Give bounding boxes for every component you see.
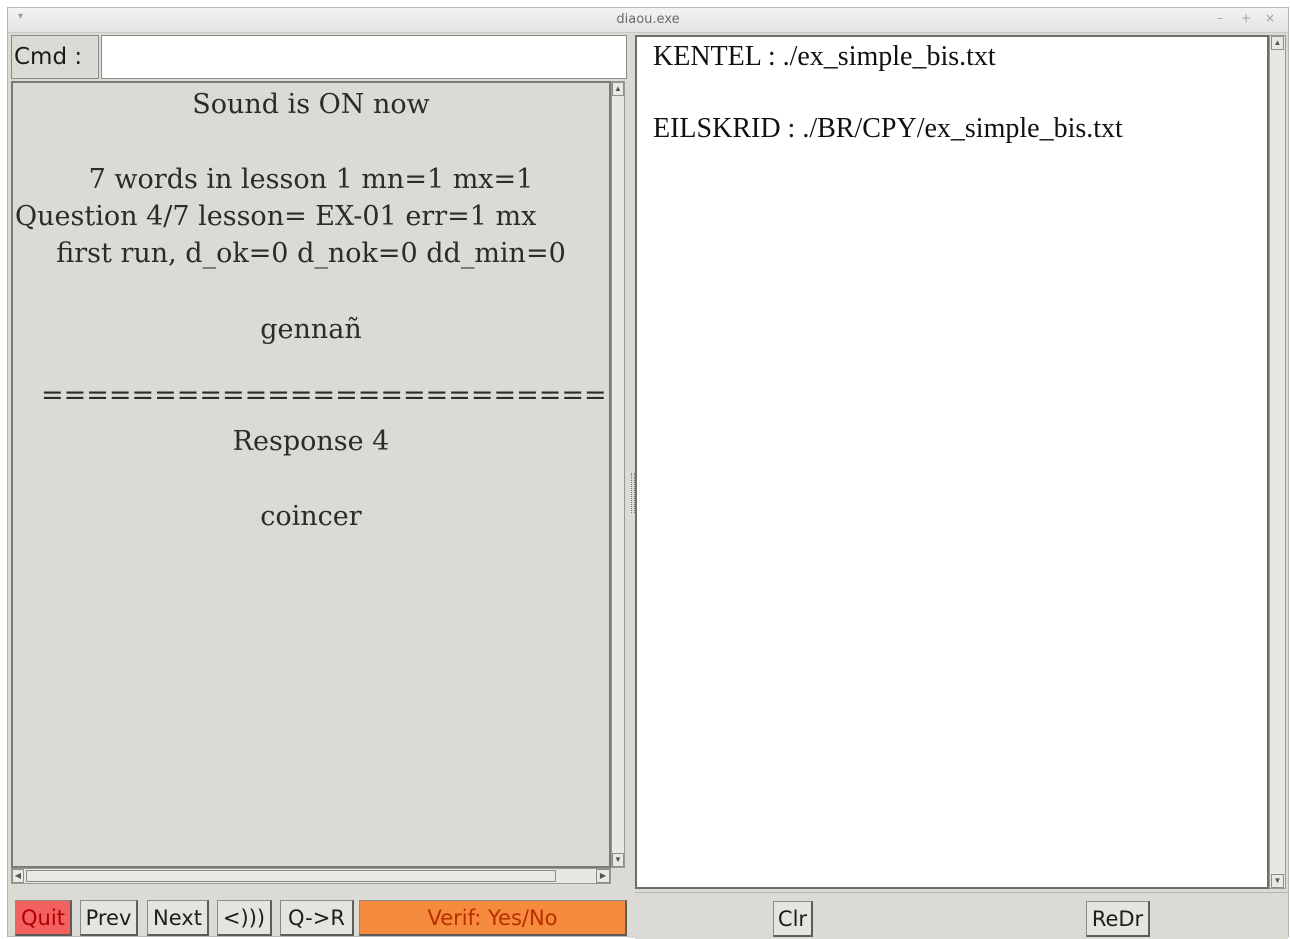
response-word: coincer — [260, 501, 362, 532]
cmd-input[interactable] — [101, 35, 627, 79]
minimize-icon[interactable]: – — [1217, 11, 1223, 25]
copy-path-line: EILSKRID : ./BR/CPY/ex_simple_bis.txt — [653, 113, 1123, 144]
lesson-path-line: KENTEL : ./ex_simple_bis.txt — [653, 41, 996, 72]
log-scroll-up-icon[interactable]: ▲ — [1271, 36, 1284, 50]
redraw-button[interactable]: ReDr — [1086, 901, 1150, 937]
command-row: Cmd : — [11, 35, 627, 79]
log-scroll-down-icon[interactable]: ▼ — [1271, 874, 1284, 888]
log-vertical-scrollbar[interactable]: ▲ ▼ — [1269, 35, 1286, 889]
close-icon[interactable]: × — [1265, 11, 1275, 25]
next-button[interactable]: Next — [147, 900, 209, 936]
horizontal-scroll-thumb[interactable] — [26, 870, 556, 882]
log-text-area[interactable]: KENTEL : ./ex_simple_bis.txt EILSKRID : … — [635, 35, 1269, 889]
separator-line: ===================================== — [41, 380, 609, 411]
scroll-up-icon[interactable]: ▲ — [612, 82, 624, 96]
app-window: ▾ diaou.exe – + × Cmd : Sound is ON now … — [7, 7, 1289, 939]
verif-button[interactable]: Verif: Yes/No — [359, 900, 627, 936]
question-info-line: Question 4/7 lesson= EX-01 err=1 mx — [15, 201, 537, 232]
clear-button[interactable]: Clr — [773, 901, 813, 937]
question-horizontal-scrollbar[interactable]: ◀ ▶ — [11, 868, 611, 884]
sound-button[interactable]: <))) — [217, 900, 272, 936]
scroll-right-icon[interactable]: ▶ — [596, 869, 610, 883]
sound-status-line: Sound is ON now — [192, 89, 430, 120]
scroll-down-icon[interactable]: ▼ — [612, 853, 624, 867]
title-bar: ▾ diaou.exe – + × — [8, 8, 1288, 33]
cmd-label: Cmd : — [11, 35, 99, 79]
response-heading: Response 4 — [232, 426, 390, 457]
run-stats-line: first run, d_ok=0 d_nok=0 dd_min=0 — [56, 238, 566, 269]
quit-button[interactable]: Quit — [15, 900, 72, 936]
question-vertical-scrollbar[interactable]: ▲ ▼ — [611, 81, 625, 868]
window-title: diaou.exe — [616, 12, 680, 27]
right-button-bar — [635, 892, 1288, 939]
scroll-left-icon[interactable]: ◀ — [12, 869, 24, 883]
q-to-r-button[interactable]: Q->R — [280, 900, 354, 936]
lesson-summary-line: 7 words in lesson 1 mn=1 mx=1 — [88, 164, 534, 195]
prev-button[interactable]: Prev — [80, 900, 138, 936]
maximize-icon[interactable]: + — [1241, 11, 1251, 25]
question-word: gennañ — [260, 314, 362, 345]
question-text-area[interactable]: Sound is ON now 7 words in lesson 1 mn=1… — [11, 81, 611, 868]
